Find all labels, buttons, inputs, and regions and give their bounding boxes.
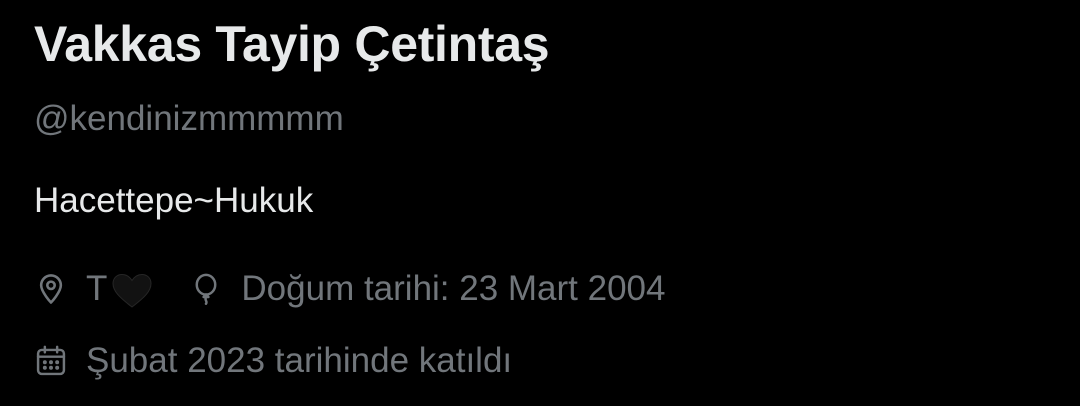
display-name: Vakkas Tayip Çetintaş xyxy=(34,16,550,72)
profile-meta-row: T Doğum tarihi: 23 Mart 2004 xyxy=(34,268,666,310)
profile-bio: Hacettepe~Hukuk xyxy=(34,181,314,220)
birthday-text: Doğum tarihi: 23 Mart 2004 xyxy=(241,269,666,308)
profile-birthday: Doğum tarihi: 23 Mart 2004 xyxy=(189,268,666,310)
calendar-icon xyxy=(34,344,68,378)
profile-header: Vakkas Tayip Çetintaş @kendinizmmmmm Hac… xyxy=(34,0,1054,406)
location-pin-icon xyxy=(34,272,68,306)
black-heart-emoji xyxy=(111,273,153,309)
joined-text: Şubat 2023 tarihinde katıldı xyxy=(86,341,513,380)
location-text: T xyxy=(86,269,108,308)
profile-meta-row-joined: Şubat 2023 tarihinde katıldı xyxy=(34,340,512,382)
username-handle: @kendinizmmmmm xyxy=(34,99,344,138)
balloon-icon xyxy=(189,272,223,306)
profile-location: T xyxy=(34,268,153,310)
profile-joined-date: Şubat 2023 tarihinde katıldı xyxy=(34,340,512,382)
